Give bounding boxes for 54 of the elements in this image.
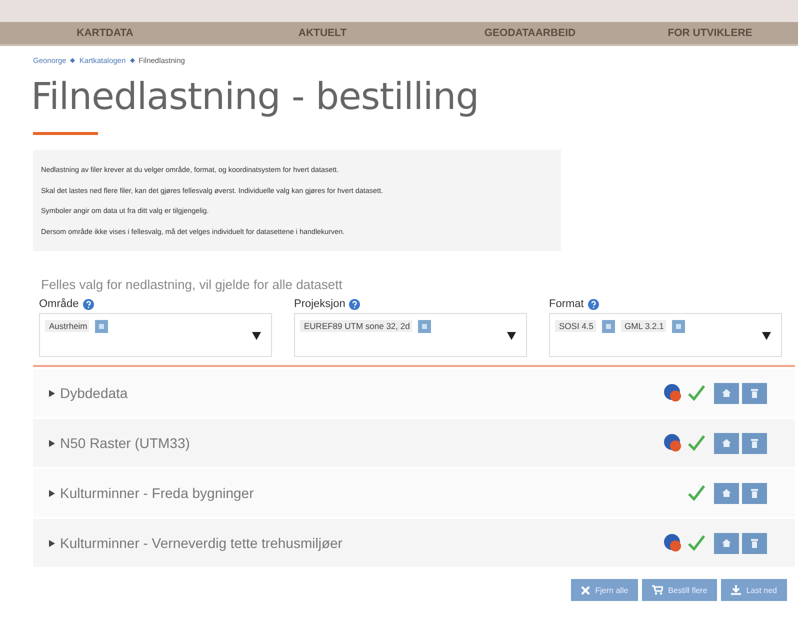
- selected-tag: SOSI 4.5: [555, 320, 596, 332]
- nav-link[interactable]: GEODATAARBEID: [484, 27, 576, 39]
- nav-link[interactable]: FOR UTVIKLERE: [668, 27, 752, 39]
- remove-button[interactable]: Fjern alle: [571, 579, 638, 601]
- remove-button[interactable]: [742, 432, 767, 454]
- home-icon: [722, 389, 731, 397]
- field-label: Format: [549, 298, 584, 310]
- cart-icon: [652, 585, 664, 595]
- dropdown-arrow-icon: [507, 332, 516, 340]
- close-icon: [581, 586, 590, 594]
- help-icon[interactable]: [82, 298, 94, 310]
- cart-button[interactable]: Bestill flere: [642, 579, 718, 601]
- expand-arrow-icon: [49, 440, 55, 446]
- selected-tag: Austrheim: [45, 320, 90, 332]
- home-icon: [722, 439, 731, 447]
- breadcrumb-separator-icon: [70, 58, 76, 63]
- nav-link[interactable]: KARTDATA: [76, 27, 134, 39]
- trash-icon: [751, 388, 758, 398]
- home-icon: [722, 539, 731, 547]
- dropdown-arrow-icon: [252, 332, 261, 340]
- home-button[interactable]: [714, 532, 739, 554]
- trash-icon: [751, 438, 758, 448]
- remove-tag-icon[interactable]: [672, 320, 685, 333]
- trash-icon: [751, 538, 758, 548]
- remove-button[interactable]: [742, 532, 767, 554]
- help-icon[interactable]: [349, 298, 360, 310]
- field-label: Projeksjon: [294, 298, 346, 310]
- remove-button[interactable]: [742, 382, 767, 404]
- expand-arrow-icon: [49, 490, 55, 496]
- breadcrumb-separator-icon: [130, 58, 135, 63]
- multi-select-field[interactable]: Austrheim: [39, 313, 272, 357]
- trash-icon: [751, 488, 758, 498]
- selected-tag: EUREF89 UTM sone 32, 2d: [300, 320, 412, 332]
- home-button[interactable]: [714, 482, 739, 504]
- remove-button[interactable]: [742, 482, 767, 504]
- help-icon[interactable]: [588, 298, 599, 310]
- home-button[interactable]: [714, 432, 739, 454]
- download-icon: [731, 585, 742, 595]
- remove-tag-icon[interactable]: [418, 320, 431, 333]
- nav-link[interactable]: AKTUELT: [298, 27, 347, 39]
- home-button[interactable]: [714, 382, 739, 404]
- dropdown-arrow-icon: [762, 332, 771, 340]
- selected-tag: GML 3.2.1: [620, 320, 666, 332]
- expand-arrow-icon: [49, 390, 55, 396]
- remove-tag-icon[interactable]: [95, 320, 108, 333]
- expand-arrow-icon: [49, 540, 55, 546]
- multi-select-field[interactable]: EUREF89 UTM sone 32, 2d: [294, 313, 527, 357]
- page-title: Filnedlastning - bestilling: [31, 75, 480, 118]
- field-label: Område: [39, 298, 79, 310]
- home-icon: [722, 489, 731, 497]
- section-heading: Felles valg for nedlastning, vil gjelde for alle datasett: [41, 277, 344, 292]
- remove-tag-icon[interactable]: [602, 320, 614, 333]
- download-button[interactable]: Last ned: [721, 579, 787, 601]
- multi-select-field[interactable]: SOSI 4.5 GML 3.2.1: [549, 313, 782, 357]
